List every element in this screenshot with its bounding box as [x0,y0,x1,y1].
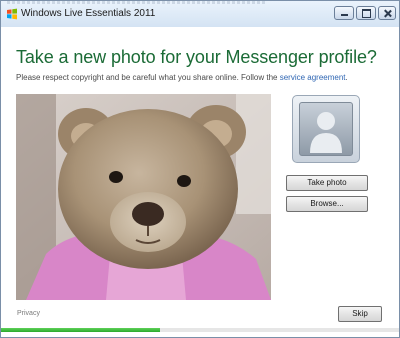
setup-window: Windows Live Essentials 2011 Take a new … [0,0,400,338]
user-silhouette-icon [310,112,342,153]
take-photo-button[interactable]: Take photo [286,175,368,191]
privacy-link[interactable]: Privacy [17,310,40,317]
maximize-button[interactable] [356,6,376,20]
setup-progress-bar [1,328,399,332]
webcam-preview [16,94,271,300]
close-button[interactable] [378,6,396,20]
profile-picture-frame [299,102,353,156]
setup-progress-fill [1,328,160,332]
window-title: Windows Live Essentials 2011 [21,8,156,19]
minimize-button[interactable] [334,6,354,20]
windows-flag-icon [7,8,17,20]
browse-button[interactable]: Browse... [286,196,368,212]
copyright-notice: Please respect copyright and be careful … [16,73,348,82]
title-bar: Windows Live Essentials 2011 [1,1,399,27]
profile-picture-tile[interactable] [292,95,360,163]
copyright-notice-period: . [345,73,348,82]
copyright-notice-text: Please respect copyright and be careful … [16,73,280,82]
skip-button[interactable]: Skip [338,306,382,322]
page-title: Take a new photo for your Messenger prof… [16,47,377,67]
webcam-preview-image [16,94,271,300]
service-agreement-link[interactable]: service agreement [280,73,346,82]
titlebar-remnant [7,1,267,4]
